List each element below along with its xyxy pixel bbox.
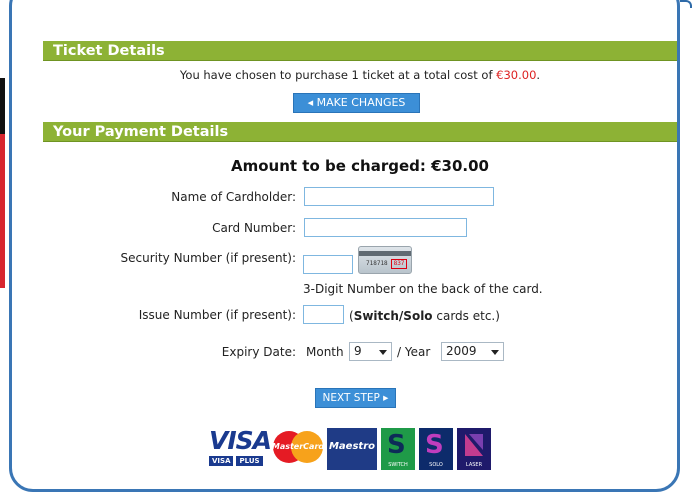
left-strip-red — [0, 134, 5, 288]
corner-mark — [680, 0, 692, 8]
amount-to-be-charged: Amount to be charged: €30.00 — [231, 157, 489, 175]
expiry-year-value: 2009 — [446, 344, 477, 358]
card-number-label: Card Number: — [212, 221, 296, 235]
card-back-icon: 718718 837 — [358, 246, 412, 274]
summary-period: . — [536, 68, 541, 82]
left-edge-strip — [0, 78, 5, 288]
mastercard-logo: MasterCard — [271, 428, 325, 470]
expiry-date-label: Expiry Date: — [221, 345, 296, 359]
laser-logo: LASER — [457, 428, 491, 470]
maestro-logo: Maestro — [327, 428, 377, 470]
expiry-year-select[interactable]: 2009 — [441, 342, 504, 361]
next-step-button[interactable]: NEXT STEP ▸ — [315, 388, 396, 408]
switch-s-icon: S — [387, 430, 406, 460]
summary-text: You have chosen to purchase 1 ticket at … — [179, 68, 497, 82]
summary-price: €30.00 — [496, 68, 537, 82]
chevron-down-icon — [491, 350, 499, 355]
expiry-month-label: Month — [306, 345, 344, 359]
switch-wordmark: SWITCH — [388, 462, 408, 468]
expiry-month-select[interactable]: 9 — [349, 342, 392, 361]
laser-wordmark: LASER — [465, 462, 483, 468]
visa-electron-mark: VISA — [209, 456, 234, 466]
make-changes-button[interactable]: ◂ MAKE CHANGES — [293, 93, 420, 113]
solo-logo: S SOLO — [419, 428, 453, 470]
switch-logo: S SWITCH — [381, 428, 415, 470]
expiry-year-label: / Year — [397, 345, 431, 359]
chevron-down-icon — [379, 350, 387, 355]
issue-hint-rest: cards etc.) — [432, 309, 500, 323]
card-number-input[interactable] — [304, 218, 467, 237]
plus-mark: PLUS — [236, 456, 263, 466]
issue-number-input[interactable] — [303, 305, 344, 324]
expiry-month-value: 9 — [354, 344, 362, 358]
ticket-details-header: Ticket Details — [43, 41, 677, 61]
solo-wordmark: SOLO — [429, 462, 443, 468]
left-strip-black — [0, 78, 5, 134]
maestro-wordmark: Maestro — [328, 441, 375, 452]
security-number-input[interactable] — [303, 255, 353, 274]
issue-hint-bold: Switch/Solo — [353, 309, 433, 323]
card-image-number: 718718 — [366, 260, 388, 267]
visa-sub-logos: VISA PLUS — [209, 456, 267, 466]
visa-logo: VISA VISA PLUS — [209, 426, 272, 470]
solo-s-icon: S — [425, 430, 444, 460]
card-image-cvv: 837 — [391, 259, 407, 269]
ticket-summary: You have chosen to purchase 1 ticket at … — [43, 68, 677, 82]
cardholder-input[interactable] — [304, 187, 494, 206]
security-number-hint: 3-Digit Number on the back of the card. — [303, 282, 543, 296]
security-number-label: Security Number (if present): — [120, 251, 296, 265]
issue-number-label: Issue Number (if present): — [138, 308, 296, 322]
cardholder-label: Name of Cardholder: — [171, 190, 296, 204]
payment-details-header: Your Payment Details — [43, 122, 677, 142]
mastercard-wordmark: MasterCard — [271, 442, 325, 451]
visa-wordmark: VISA — [209, 426, 272, 455]
issue-number-hint: (Switch/Solo cards etc.) — [349, 309, 500, 323]
laser-mark-icon — [465, 434, 483, 456]
card-logos: VISA VISA PLUS MasterCard Maestro S SWIT… — [209, 428, 491, 470]
card-magstripe — [359, 251, 411, 256]
